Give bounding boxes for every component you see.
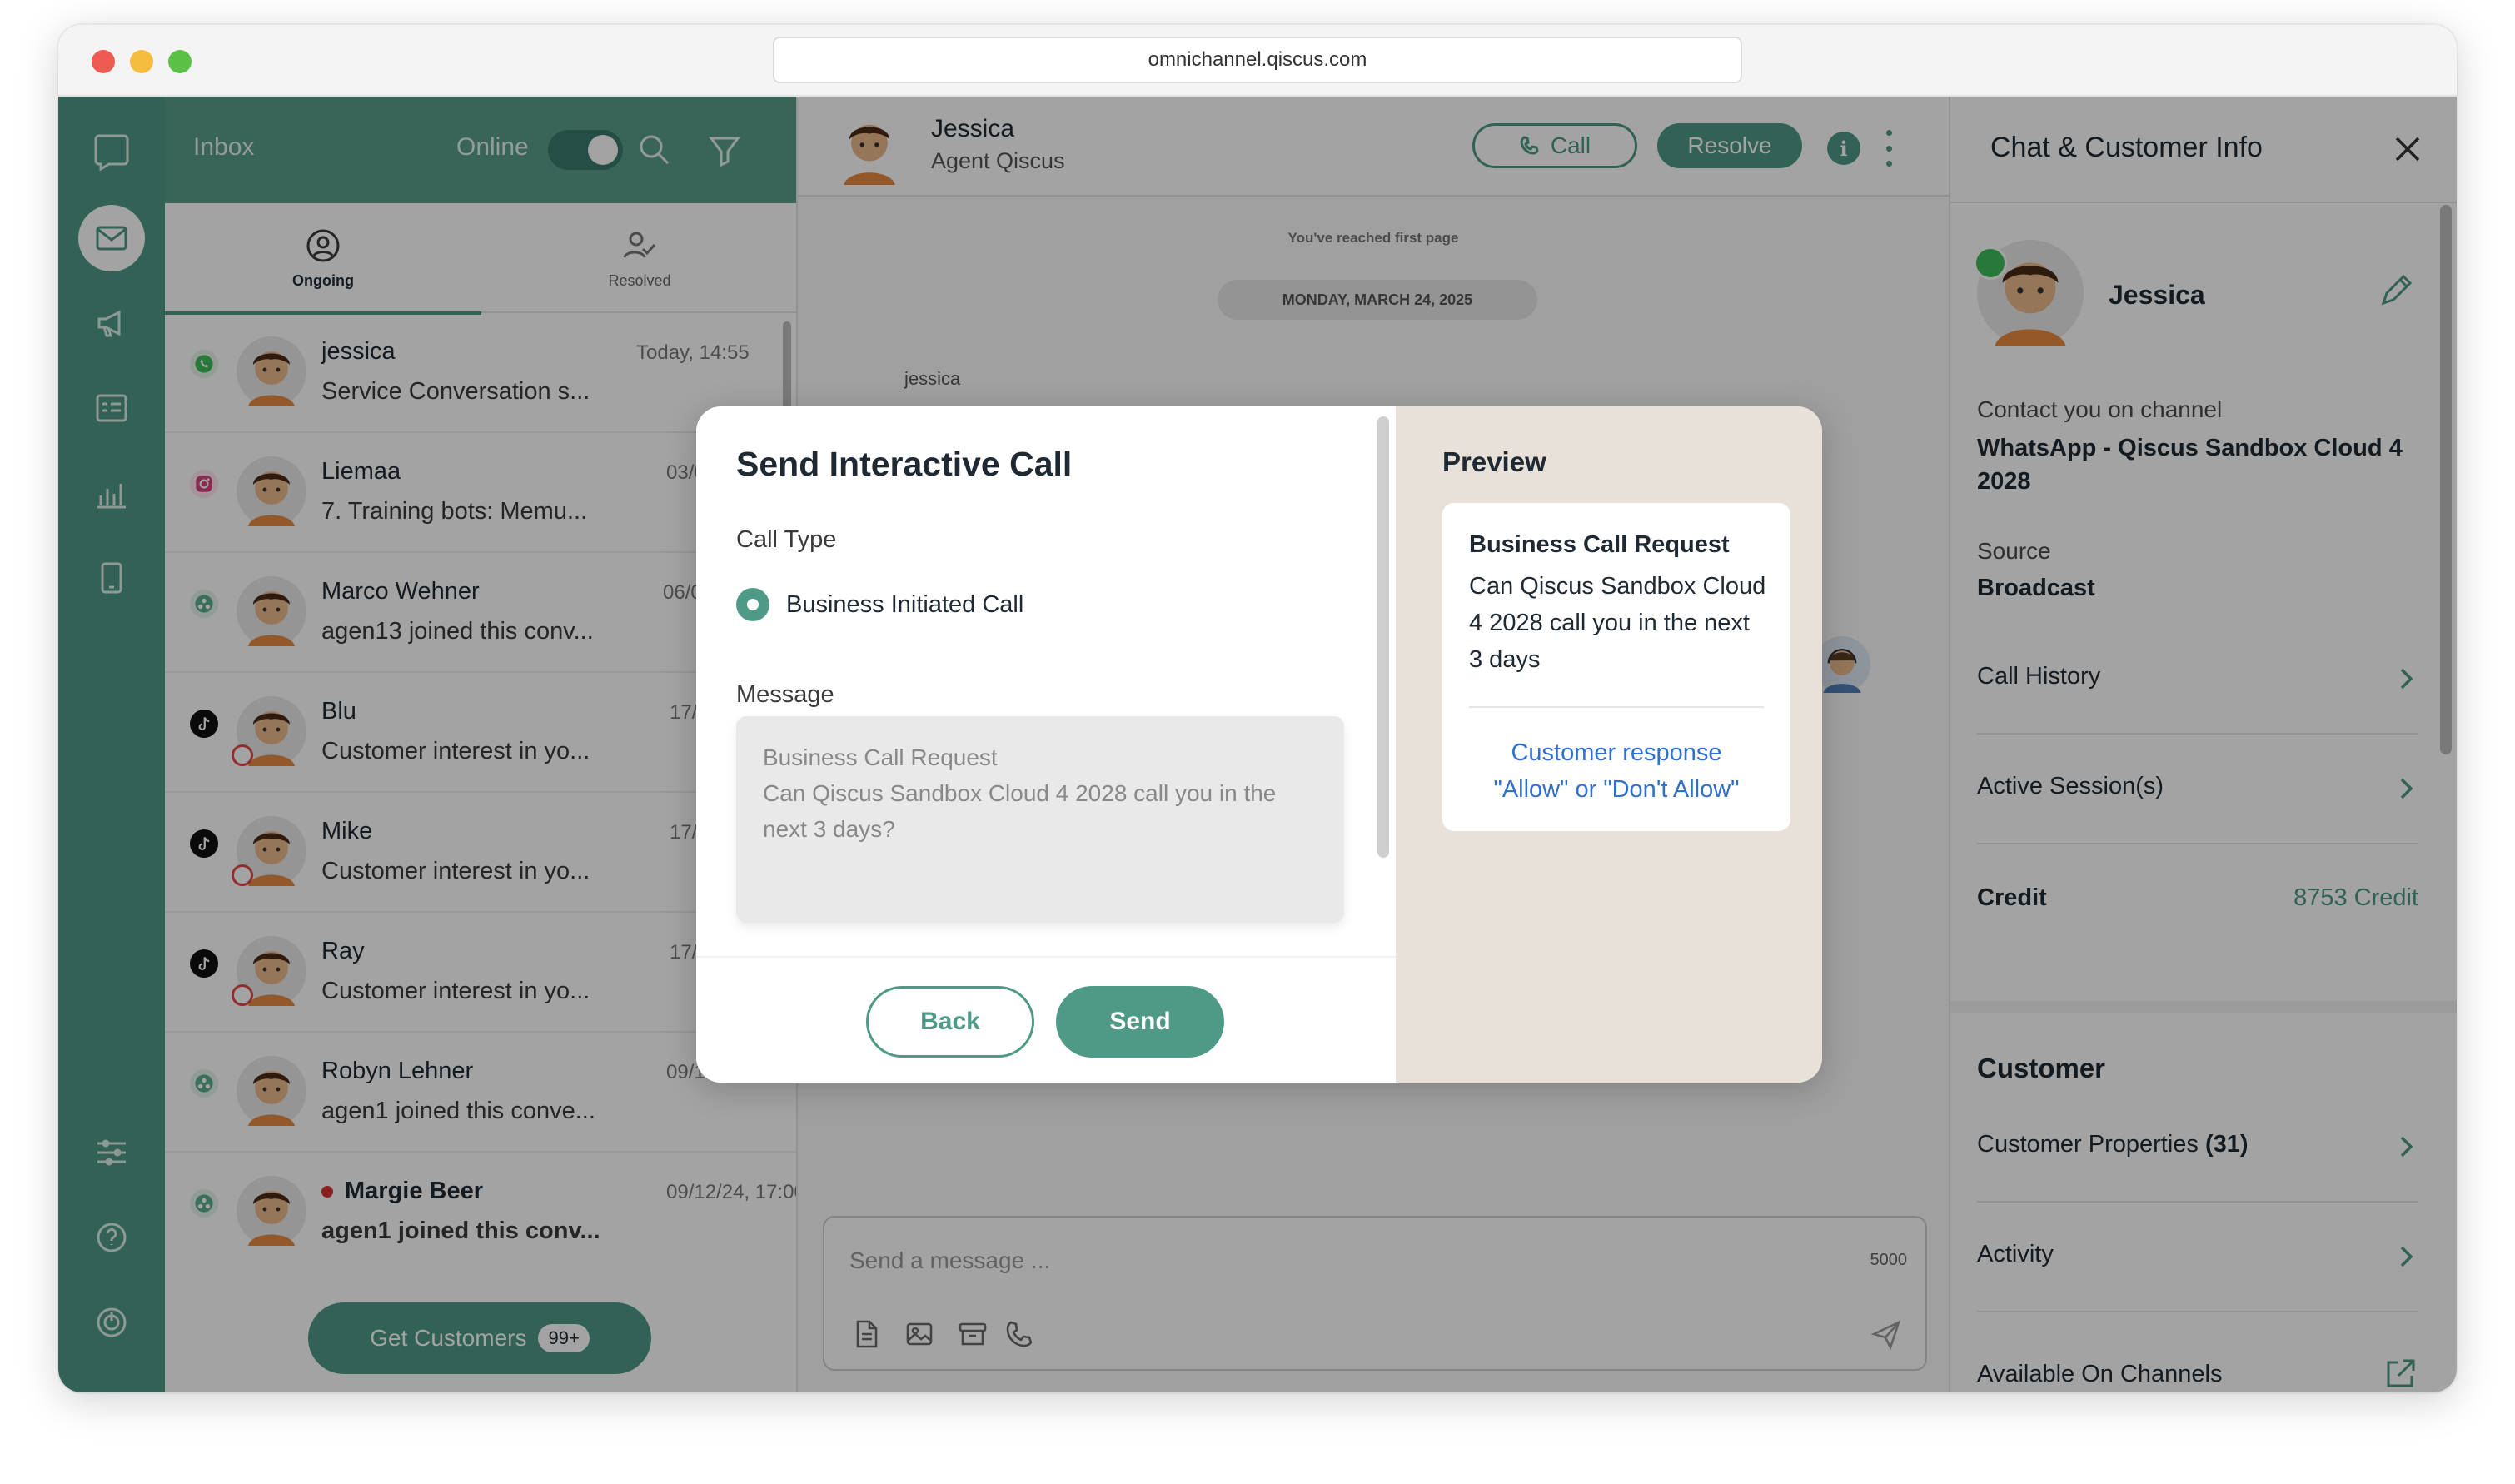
- preview-card-divider: [1469, 706, 1764, 708]
- back-button[interactable]: Back: [866, 986, 1034, 1058]
- call-type-label: Call Type: [736, 526, 837, 553]
- dialog-footer: Back Send: [696, 956, 1396, 1083]
- minimize-window-button[interactable]: [130, 50, 153, 73]
- preview-card: Business Call Request Can Qiscus Sandbox…: [1442, 503, 1790, 831]
- send-button[interactable]: Send: [1056, 986, 1224, 1058]
- send-interactive-call-dialog: Send Interactive Call Call Type Business…: [696, 406, 1822, 1083]
- preview-title: Preview: [1442, 446, 1546, 477]
- close-window-button[interactable]: [92, 50, 115, 73]
- maximize-window-button[interactable]: [168, 50, 192, 73]
- preview-panel: Preview Business Call Request Can Qiscus…: [1396, 406, 1822, 1083]
- browser-titlebar: omnichannel.qiscus.com: [58, 25, 2457, 97]
- call-type-option-label[interactable]: Business Initiated Call: [786, 591, 1023, 619]
- dialog-title: Send Interactive Call: [736, 445, 1073, 483]
- message-label: Message: [736, 681, 834, 708]
- call-type-radio[interactable]: [736, 588, 769, 621]
- url-bar[interactable]: omnichannel.qiscus.com: [773, 37, 1742, 83]
- preview-card-title: Business Call Request: [1469, 531, 1730, 558]
- preview-card-body: Can Qiscus Sandbox Cloud 4 2028 call you…: [1469, 573, 1766, 673]
- preview-card-action: Customer response "Allow" or "Don't Allo…: [1493, 740, 1740, 803]
- message-textarea[interactable]: Business Call Request Can Qiscus Sandbox…: [736, 716, 1344, 923]
- browser-window: omnichannel.qiscus.com Inbox Online Ongo…: [58, 25, 2457, 1392]
- dialog-form: Send Interactive Call Call Type Business…: [696, 406, 1396, 956]
- dialog-scrollbar[interactable]: [1377, 416, 1389, 858]
